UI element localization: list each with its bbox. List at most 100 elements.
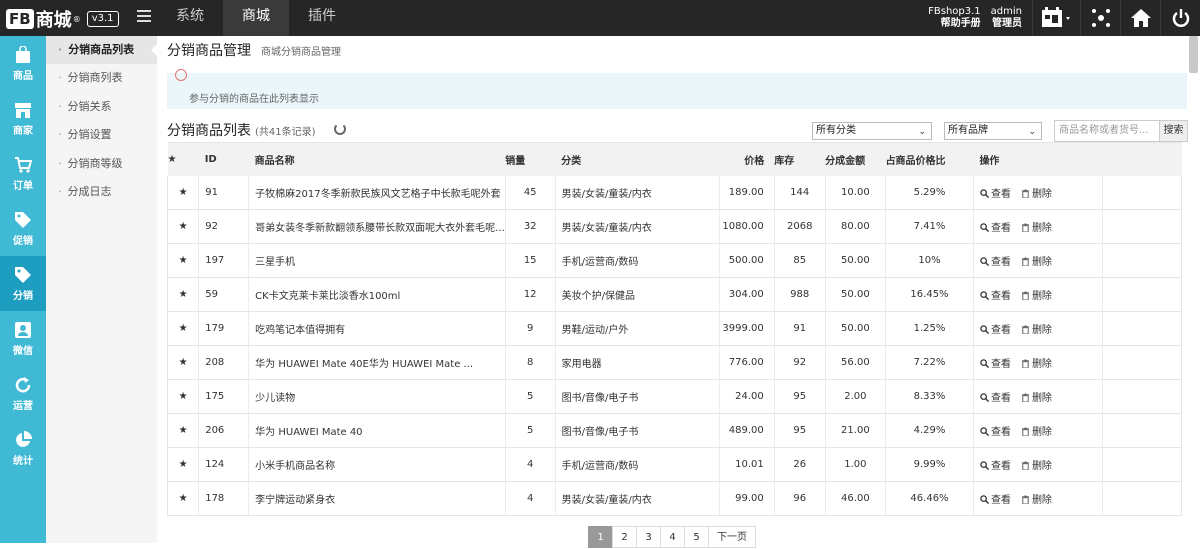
star-header-icon[interactable]: ★ [167, 142, 199, 176]
view-button[interactable]: 查看 [980, 355, 1011, 370]
delete-button[interactable]: 删除 [1021, 321, 1052, 336]
star-icon[interactable]: ★ [166, 379, 199, 414]
view-button[interactable]: 查看 [980, 185, 1011, 200]
col-id[interactable]: ID [198, 142, 249, 176]
view-button[interactable]: 查看 [980, 287, 1011, 302]
store-dropdown-icon[interactable] [1032, 0, 1080, 36]
power-icon[interactable] [1160, 0, 1200, 36]
col-price[interactable]: 价格 [719, 142, 775, 176]
star-icon[interactable]: ★ [166, 311, 199, 346]
shop-info[interactable]: FBshop3.1 帮助手册 [928, 6, 981, 30]
sidebar-item-wechat[interactable]: 微信 [0, 311, 46, 366]
delete-button[interactable]: 删除 [1021, 185, 1052, 200]
delete-button[interactable]: 删除 [1021, 355, 1052, 370]
cell-sales: 4 [504, 481, 556, 516]
logo[interactable]: FB 商城 ® v3.1 [6, 6, 119, 32]
sidebar-item-statistics[interactable]: 统计 [0, 421, 46, 476]
user-info[interactable]: admin 管理员 [991, 6, 1022, 30]
filter-bar: 所有分类 ⌄ 所有品牌 ⌄ 商品名称或者货号... 搜索 [812, 120, 1188, 142]
star-icon[interactable]: ★ [166, 447, 199, 482]
scrollbar[interactable] [1189, 36, 1198, 73]
submenu: 分销商品列表 分销商列表 分销关系 分销设置 分销商等级 分成日志 [46, 36, 157, 543]
cell-id: 206 [198, 413, 249, 448]
home-icon[interactable] [1120, 0, 1160, 36]
search-icon [980, 393, 991, 404]
user-name: admin [990, 6, 1022, 17]
sidebar-item-promotion[interactable]: 促销 [0, 201, 46, 256]
share-tag-icon [15, 266, 31, 283]
star-icon[interactable]: ★ [166, 243, 199, 278]
sidebar-item-distribution[interactable]: 分销 [0, 256, 46, 311]
shop-name: FBshop3.1 [928, 6, 981, 17]
star-icon[interactable]: ★ [166, 277, 199, 312]
search-input[interactable]: 商品名称或者货号... [1054, 120, 1160, 142]
star-icon[interactable]: ★ [166, 345, 199, 380]
view-button[interactable]: 查看 [980, 219, 1011, 234]
help-link[interactable]: 帮助手册 [928, 18, 981, 30]
cell-name: 少儿读物 [248, 379, 506, 414]
cell-price: 10.01 [718, 447, 775, 482]
icon-sidebar: 商品 商家 订单 促销 分销 微信 运营 统计 [0, 36, 46, 543]
star-icon[interactable]: ★ [166, 175, 199, 210]
star-icon[interactable]: ★ [166, 413, 199, 448]
trash-icon [1021, 495, 1032, 506]
delete-button[interactable]: 删除 [1021, 423, 1052, 438]
star-icon[interactable]: ★ [166, 481, 199, 516]
cell-category: 男鞋/运动/户外 [554, 311, 720, 346]
page-4[interactable]: 4 [660, 526, 685, 548]
delete-label: 删除 [1031, 291, 1052, 302]
col-sales[interactable]: 销量 [505, 142, 556, 176]
delete-button[interactable]: 删除 [1021, 287, 1052, 302]
logo-registered-mark: ® [72, 14, 81, 24]
view-button[interactable]: 查看 [980, 321, 1011, 336]
cell-id: 124 [198, 447, 249, 482]
sidebar-item-merchant[interactable]: 商家 [0, 91, 46, 146]
view-button[interactable]: 查看 [980, 491, 1011, 506]
view-button[interactable]: 查看 [980, 457, 1011, 472]
delete-button[interactable]: 删除 [1021, 457, 1052, 472]
brand-select[interactable]: 所有品牌 ⌄ [944, 122, 1042, 140]
sidebar-item-orders[interactable]: 订单 [0, 146, 46, 201]
submenu-item-relations[interactable]: 分销关系 [46, 93, 157, 121]
submenu-item-levels[interactable]: 分销商等级 [46, 150, 157, 178]
delete-button[interactable]: 删除 [1021, 491, 1052, 506]
cell-ratio: 4.29% [885, 413, 974, 448]
sidebar-label: 微信 [13, 345, 33, 357]
page-5[interactable]: 5 [684, 526, 709, 548]
search-button[interactable]: 搜索 [1160, 120, 1188, 142]
submenu-item-distribution-goods[interactable]: 分销商品列表 [46, 36, 157, 65]
submenu-item-distributors[interactable]: 分销商列表 [46, 64, 157, 92]
delete-button[interactable]: 删除 [1021, 219, 1052, 234]
table-row: ★ 175 少儿读物 5 图书/音像/电子书 24.00 95 2.00 8.33% 查看 删除 [166, 379, 1183, 414]
cell-commission: 50.00 [824, 277, 886, 312]
view-button[interactable]: 查看 [980, 389, 1011, 404]
search-icon [980, 189, 991, 200]
submenu-item-settings[interactable]: 分销设置 [46, 121, 157, 149]
cell-id: 92 [198, 209, 249, 244]
apps-icon[interactable] [1080, 0, 1120, 36]
sidebar-item-operation[interactable]: 运营 [0, 366, 46, 421]
trash-icon [1021, 461, 1032, 472]
page-2[interactable]: 2 [612, 526, 637, 548]
cell-name: 三星手机 [248, 243, 506, 278]
submenu-item-commission-log[interactable]: 分成日志 [46, 178, 157, 206]
page-1[interactable]: 1 [588, 526, 613, 548]
view-button[interactable]: 查看 [980, 253, 1011, 268]
refresh-icon[interactable] [333, 123, 346, 135]
view-button[interactable]: 查看 [980, 423, 1011, 438]
top-nav-plugins[interactable]: 插件 [289, 0, 355, 36]
sidebar-item-goods[interactable]: 商品 [0, 36, 46, 91]
top-nav-system[interactable]: 系统 [157, 0, 223, 36]
delete-label: 删除 [1031, 188, 1052, 200]
star-icon[interactable]: ★ [166, 209, 199, 244]
next-page-button[interactable]: 下一页 [708, 526, 756, 548]
menu-toggle-icon[interactable] [137, 10, 151, 24]
cell-stock: 85 [773, 243, 826, 278]
delete-button[interactable]: 删除 [1021, 253, 1052, 268]
col-stock[interactable]: 库存 [774, 142, 826, 176]
top-nav-mall[interactable]: 商城 [223, 0, 289, 36]
category-select[interactable]: 所有分类 ⌄ [812, 122, 932, 140]
cell-ratio: 10% [885, 243, 974, 278]
delete-button[interactable]: 删除 [1021, 389, 1052, 404]
page-3[interactable]: 3 [636, 526, 661, 548]
